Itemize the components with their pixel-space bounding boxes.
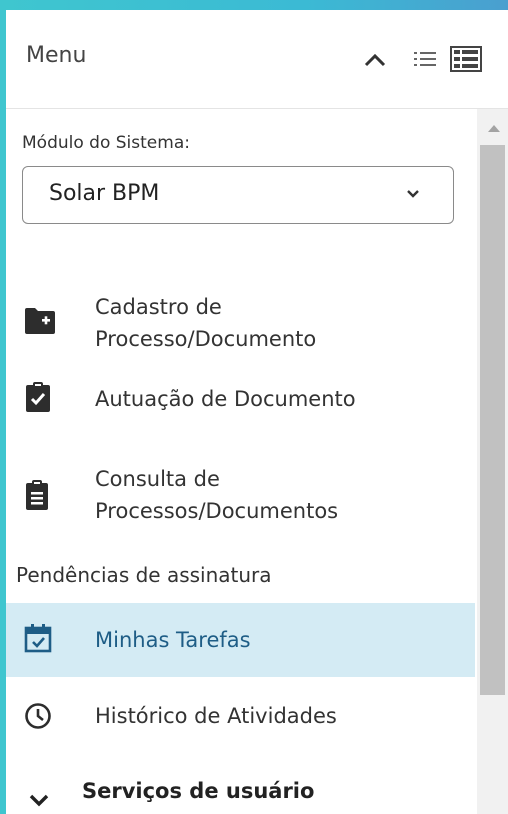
chevron-up-icon[interactable] bbox=[363, 52, 387, 68]
section-heading-pendencias: Pendências de assinatura bbox=[16, 563, 272, 587]
folder-plus-icon bbox=[25, 308, 55, 334]
menu-item-consulta[interactable]: Consulta de Processos/Documentos bbox=[6, 459, 475, 531]
menu-item-label: Processos/Documentos bbox=[95, 499, 339, 523]
menu-item-label: Consulta de bbox=[95, 467, 220, 491]
menu-title: Menu bbox=[26, 43, 87, 68]
menu-item-label: Processo/Documento bbox=[95, 327, 317, 351]
scrollbar-thumb[interactable] bbox=[480, 145, 505, 695]
chevron-down-icon bbox=[29, 794, 49, 807]
scroll-up-arrow[interactable] bbox=[488, 125, 500, 132]
menu-item-minhas-tarefas[interactable]: Minhas Tarefas bbox=[6, 603, 475, 677]
menu-item-cadastro[interactable]: Cadastro de Processo/Documento bbox=[6, 285, 475, 357]
scrollbar[interactable] bbox=[477, 109, 508, 814]
list-icon[interactable] bbox=[414, 50, 436, 68]
menu-item-label: Autuação de Documento bbox=[95, 387, 356, 411]
clock-icon bbox=[25, 703, 51, 729]
menu-item-autuacao[interactable]: Autuação de Documento bbox=[6, 379, 475, 419]
calendar-check-icon bbox=[24, 624, 52, 653]
menu-group-servicos[interactable]: Serviços de usuário bbox=[6, 777, 475, 814]
menu-item-label: Histórico de Atividades bbox=[95, 704, 337, 728]
top-accent-bar bbox=[0, 0, 508, 10]
chevron-down-icon bbox=[407, 190, 419, 198]
menu-header: Menu bbox=[6, 10, 508, 109]
menu-item-label: Cadastro de bbox=[95, 295, 222, 319]
menu-panel: Menu Módulo do Sistema: Solar BPM Cadast… bbox=[6, 10, 508, 814]
module-select[interactable]: Solar BPM bbox=[22, 166, 454, 224]
menu-content: Módulo do Sistema: Solar BPM Cadastro de… bbox=[6, 109, 508, 814]
menu-item-historico[interactable]: Histórico de Atividades bbox=[6, 697, 475, 737]
menu-item-label: Minhas Tarefas bbox=[95, 628, 251, 652]
clipboard-check-icon bbox=[26, 382, 50, 412]
module-select-value: Solar BPM bbox=[49, 181, 160, 206]
list-detailed-icon[interactable] bbox=[450, 46, 482, 72]
clipboard-list-icon bbox=[26, 480, 48, 510]
menu-group-label: Serviços de usuário bbox=[82, 779, 315, 803]
module-label: Módulo do Sistema: bbox=[22, 133, 190, 153]
